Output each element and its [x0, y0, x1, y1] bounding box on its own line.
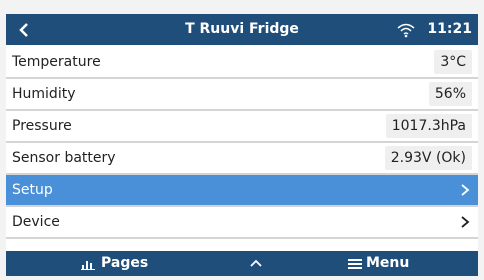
pages-label: Pages [101, 255, 149, 271]
header-bar: T Ruuvi Fridge 11:21 [6, 14, 478, 45]
list-item-device[interactable]: Device [6, 207, 478, 239]
pages-button[interactable]: Pages [81, 251, 148, 276]
row-value: 3°C [434, 50, 472, 74]
chevron-right-icon [461, 184, 470, 196]
row-label: Temperature [12, 54, 101, 70]
list-item-sensor-battery[interactable]: Sensor battery 2.93V (Ok) [6, 143, 478, 175]
settings-list: Temperature 3°C Humidity 56% Pressure 10… [6, 47, 478, 239]
menu-button[interactable]: Menu [348, 251, 409, 276]
row-label: Sensor battery [12, 150, 116, 166]
row-value: 56% [428, 82, 472, 106]
list-item-humidity[interactable]: Humidity 56% [6, 79, 478, 111]
row-label: Setup [12, 182, 53, 198]
row-label: Pressure [12, 118, 72, 134]
row-label: Humidity [12, 86, 76, 102]
row-label: Device [12, 214, 60, 230]
wifi-icon [397, 23, 415, 38]
bar-chart-icon [81, 260, 95, 270]
chevron-right-icon [461, 216, 470, 228]
clock: 11:21 [427, 21, 472, 37]
menu-label: Menu [366, 255, 410, 271]
hamburger-icon [348, 258, 362, 269]
list-item-temperature[interactable]: Temperature 3°C [6, 47, 478, 79]
footer-bar: Pages Menu [6, 251, 478, 276]
list-item-pressure[interactable]: Pressure 1017.3hPa [6, 111, 478, 143]
chevron-up-icon[interactable] [250, 258, 262, 268]
row-value: 1017.3hPa [385, 114, 472, 138]
list-item-setup[interactable]: Setup [6, 175, 478, 207]
device-screen: T Ruuvi Fridge 11:21 Temperature 3°C Hum… [6, 14, 478, 276]
row-value: 2.93V (Ok) [384, 146, 472, 170]
